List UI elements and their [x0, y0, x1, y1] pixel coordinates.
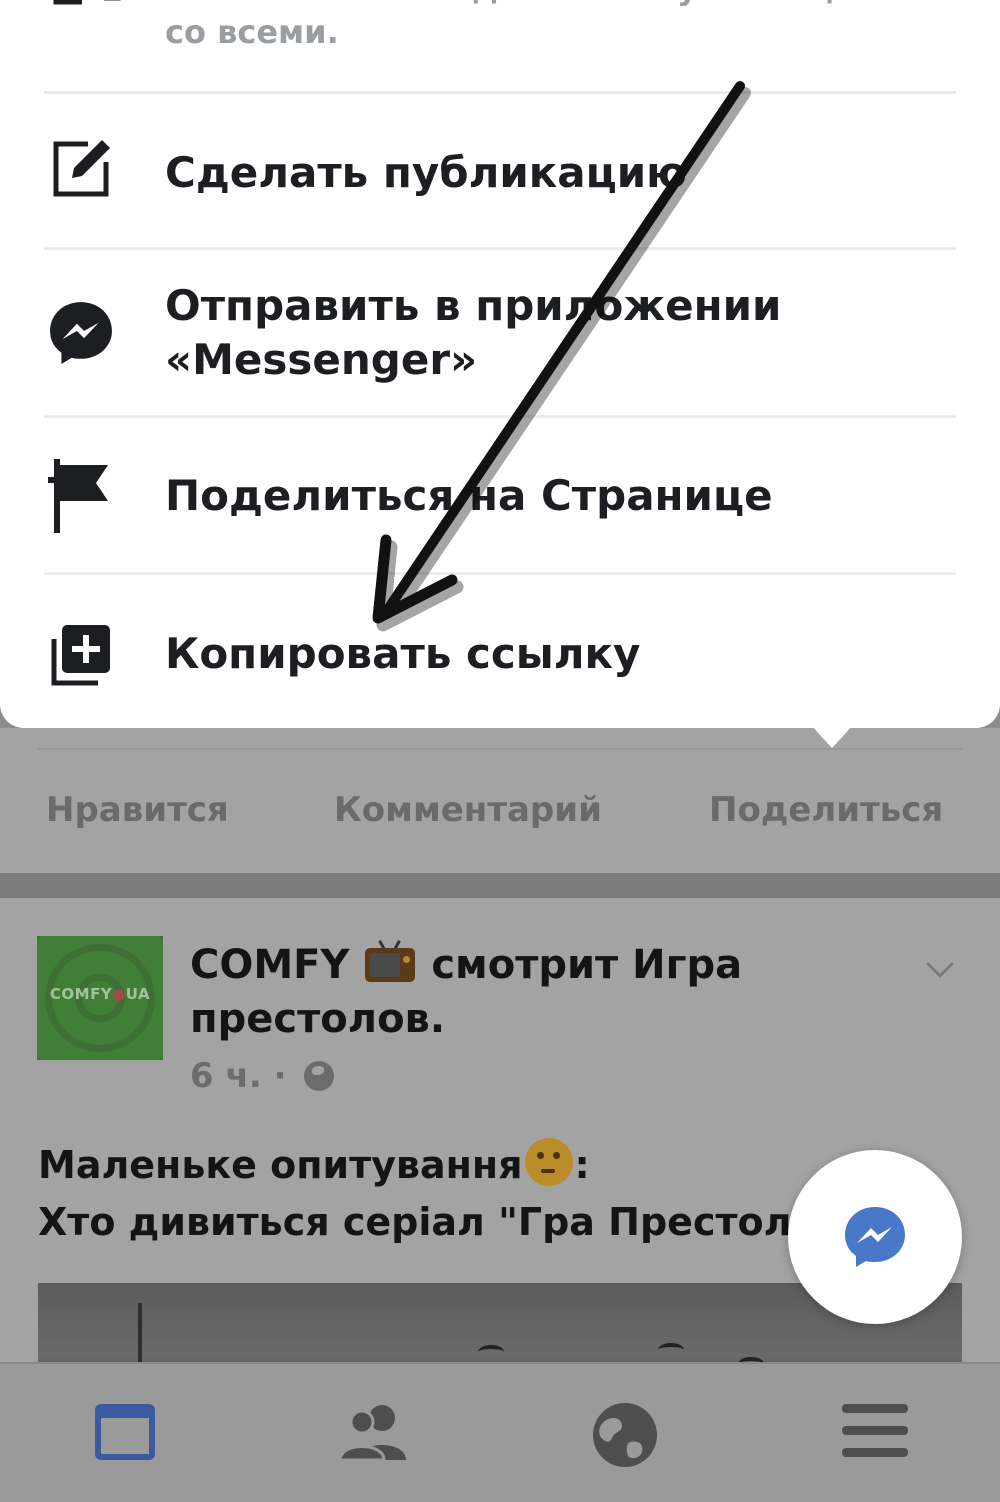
- create-post-option[interactable]: Сделать публикацию: [0, 94, 1000, 248]
- tab-menu[interactable]: [842, 1402, 912, 1466]
- menu-icon: [842, 1404, 908, 1457]
- feed-separator: [0, 873, 1000, 898]
- comment-button[interactable]: Комментарий: [334, 790, 602, 830]
- thinking-face-icon: [524, 1138, 573, 1186]
- messenger-chat-button[interactable]: [788, 1150, 962, 1324]
- copy-link-label: Копировать ссылку: [165, 629, 641, 678]
- like-button[interactable]: Нравится: [46, 790, 229, 830]
- post-text-line-2: Хто дивиться серіал "Гра Престолів"?: [38, 1200, 871, 1244]
- post-header: COMFY смотрит Игра престолов.: [190, 938, 850, 1046]
- share-button[interactable]: Поделиться: [709, 790, 943, 830]
- page-avatar[interactable]: COMFY●UA: [37, 936, 163, 1060]
- public-globe-icon: [304, 1061, 335, 1091]
- post-text-line-1: Маленьке опитування:: [38, 1138, 798, 1187]
- compose-icon: [53, 140, 110, 197]
- copy-link-option[interactable]: Копировать ссылку: [0, 575, 1000, 725]
- share-now-option[interactable]: Моментально поделиться публикацией со вс…: [0, 0, 1000, 90]
- bottom-tab-bar: [0, 1362, 1000, 1502]
- post-timestamp: 6 ч. ·: [190, 1056, 335, 1096]
- avatar-logo-text: COMFY●UA: [49, 985, 151, 1003]
- friends-icon: [338, 1405, 406, 1462]
- share-now-icon: [53, 0, 121, 5]
- post-author[interactable]: COMFY: [190, 942, 349, 988]
- send-in-messenger-label: Отправить в приложении «Messenger»: [165, 281, 782, 384]
- post-options-chevron-icon[interactable]: [926, 950, 954, 978]
- television-icon: [365, 940, 416, 982]
- share-sheet: Моментально поделиться публикацией со вс…: [0, 0, 1000, 728]
- create-post-label: Сделать публикацию: [165, 148, 688, 197]
- news-feed-icon: [95, 1404, 155, 1460]
- messenger-icon: [50, 302, 112, 364]
- divider: [38, 748, 962, 750]
- share-sheet-pointer: [808, 722, 856, 748]
- post-action-bar: Нравится Комментарий Поделиться: [0, 728, 1000, 873]
- share-to-page-option[interactable]: Поделиться на Странице: [0, 418, 1000, 572]
- send-in-messenger-option[interactable]: Отправить в приложении «Messenger»: [0, 250, 1000, 416]
- messenger-icon: [845, 1207, 905, 1267]
- tab-notifications[interactable]: [592, 1402, 662, 1467]
- flag-icon: [48, 459, 108, 533]
- share-to-page-label: Поделиться на Странице: [165, 471, 773, 520]
- copy-link-icon: [51, 625, 110, 686]
- share-now-label: Моментально поделиться публикацией со вс…: [165, 0, 900, 51]
- tab-news-feed[interactable]: [93, 1402, 163, 1466]
- globe-icon: [593, 1403, 657, 1467]
- tab-friends[interactable]: [338, 1402, 408, 1466]
